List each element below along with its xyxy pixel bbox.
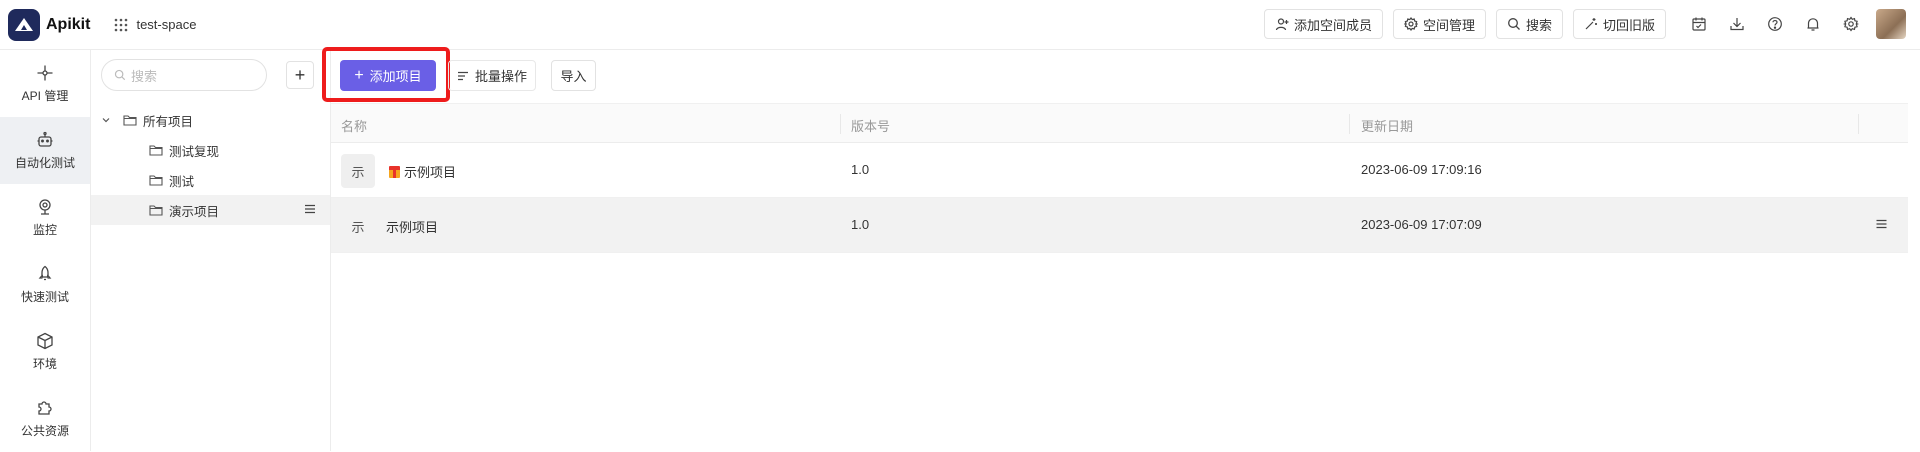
date-cell: 2023-06-09 17:07:09 bbox=[1361, 217, 1482, 232]
import-label: 导入 bbox=[560, 69, 587, 84]
search-label: 搜索 bbox=[1525, 17, 1552, 33]
cube-icon bbox=[37, 332, 53, 349]
project-name-cell: 示例项目 bbox=[389, 162, 456, 181]
tree-search-placeholder: 搜索 bbox=[131, 68, 158, 84]
chevron-down-icon bbox=[102, 118, 110, 123]
folder-icon bbox=[123, 115, 137, 126]
project-badge: 示 bbox=[351, 219, 365, 235]
help-icon[interactable] bbox=[1760, 9, 1790, 39]
import-button[interactable]: 导入 bbox=[551, 60, 596, 91]
folder-icon bbox=[149, 145, 163, 156]
space-name: test-space bbox=[136, 17, 197, 32]
bell-icon[interactable] bbox=[1798, 9, 1828, 39]
tree-search-input[interactable]: 搜索 bbox=[101, 59, 267, 91]
user-avatar[interactable] bbox=[1876, 9, 1906, 39]
version-cell: 1.0 bbox=[851, 217, 870, 232]
nav-item-monitor[interactable]: 监控 bbox=[0, 184, 90, 251]
apikit-logo-icon bbox=[8, 8, 40, 41]
search-icon bbox=[1508, 18, 1520, 30]
switch-old-label: 切回旧版 bbox=[1602, 17, 1655, 33]
tree-item-child[interactable]: 测试复现 bbox=[91, 135, 330, 165]
left-nav: API 管理 自动化测试 监控 快速测试 环境 公共资源 bbox=[0, 50, 91, 451]
rocket-icon bbox=[38, 265, 52, 280]
table-header: 名称 版本号 更新日期 bbox=[331, 103, 1908, 143]
project-name: 示例项目 bbox=[404, 165, 457, 180]
add-project-label: 添加项目 bbox=[369, 69, 422, 84]
nav-label: 监控 bbox=[32, 222, 57, 237]
tree-item-child-selected[interactable]: 演示项目 bbox=[91, 195, 330, 225]
nav-label: 环境 bbox=[32, 356, 57, 371]
date-cell: 2023-06-09 17:09:16 bbox=[1361, 162, 1482, 177]
grid-icon bbox=[115, 18, 128, 31]
tree-item-label: 演示项目 bbox=[169, 204, 220, 219]
nav-item-environment[interactable]: 环境 bbox=[0, 318, 90, 385]
space-manage-label: 空间管理 bbox=[1422, 17, 1475, 33]
app-name: Apikit bbox=[46, 15, 91, 33]
add-member-label: 添加空间成员 bbox=[1293, 17, 1372, 33]
project-table: 名称 版本号 更新日期 示 示例项目 1.0 2023-06-09 17:09:… bbox=[331, 103, 1908, 253]
top-bar: Apikit test-space 添加空间成员 空间管理 搜索 切回旧版 bbox=[0, 0, 1920, 50]
menu-icon[interactable] bbox=[1875, 218, 1888, 230]
robot-icon bbox=[37, 131, 53, 147]
tree-item-child[interactable]: 测试 bbox=[91, 165, 330, 195]
gift-icon bbox=[389, 166, 400, 178]
magic-wand-icon bbox=[1585, 18, 1597, 30]
tree-item-root[interactable]: 所有项目 bbox=[91, 105, 330, 135]
folder-icon bbox=[149, 205, 163, 216]
nav-label: API 管理 bbox=[21, 88, 69, 103]
calendar-icon[interactable] bbox=[1684, 9, 1714, 39]
settings-icon[interactable] bbox=[1836, 9, 1866, 39]
nav-item-api[interactable]: API 管理 bbox=[0, 50, 90, 117]
nav-label: 快速测试 bbox=[20, 289, 69, 304]
api-icon bbox=[37, 65, 53, 80]
add-group-button[interactable]: + bbox=[286, 61, 314, 89]
space-manage-button[interactable]: 空间管理 bbox=[1392, 9, 1486, 39]
add-project-button[interactable]: + 添加项目 bbox=[340, 60, 436, 91]
search-button[interactable]: 搜索 bbox=[1495, 9, 1563, 39]
menu-icon[interactable] bbox=[304, 203, 316, 215]
column-header: 版本号 bbox=[851, 119, 891, 134]
nav-label: 自动化测试 bbox=[14, 155, 75, 170]
tree-item-label: 测试 bbox=[169, 174, 195, 189]
user-add-icon bbox=[1275, 18, 1289, 31]
folder-icon bbox=[149, 175, 163, 186]
gear-icon bbox=[1403, 17, 1418, 31]
switch-old-version-button[interactable]: 切回旧版 bbox=[1572, 9, 1666, 39]
search-icon bbox=[114, 69, 126, 81]
version-cell: 1.0 bbox=[851, 162, 870, 177]
batch-label: 批量操作 bbox=[475, 69, 528, 84]
plus-icon: + bbox=[354, 66, 364, 84]
column-header: 名称 bbox=[341, 119, 368, 134]
nav-item-automation[interactable]: 自动化测试 bbox=[0, 117, 90, 184]
monitor-icon bbox=[39, 198, 51, 215]
space-switcher[interactable]: test-space bbox=[114, 17, 196, 32]
table-row[interactable]: 示 示例项目 1.0 2023-06-09 17:09:16 bbox=[331, 143, 1908, 198]
app-logo[interactable]: Apikit bbox=[8, 8, 91, 41]
tree-item-label: 测试复现 bbox=[169, 144, 220, 159]
column-header: 更新日期 bbox=[1361, 119, 1414, 134]
nav-item-quick-test[interactable]: 快速测试 bbox=[0, 251, 90, 318]
list-icon bbox=[458, 71, 468, 80]
download-icon[interactable] bbox=[1722, 9, 1752, 39]
nav-label: 公共资源 bbox=[20, 423, 69, 438]
add-member-button[interactable]: 添加空间成员 bbox=[1263, 9, 1383, 39]
project-name: 示例项目 bbox=[386, 220, 439, 235]
batch-operation-button[interactable]: 批量操作 bbox=[448, 60, 537, 91]
plus-icon: + bbox=[294, 64, 306, 85]
table-row[interactable]: 示 示例项目 1.0 2023-06-09 17:07:09 bbox=[331, 198, 1908, 253]
tree-item-label: 所有项目 bbox=[143, 114, 194, 129]
project-badge: 示 bbox=[341, 154, 375, 188]
puzzle-icon bbox=[38, 400, 52, 415]
project-tree-panel: 搜索 + 所有项目 测试复现 测试 演示项目 bbox=[91, 50, 331, 451]
nav-item-public-resources[interactable]: 公共资源 bbox=[0, 385, 90, 452]
